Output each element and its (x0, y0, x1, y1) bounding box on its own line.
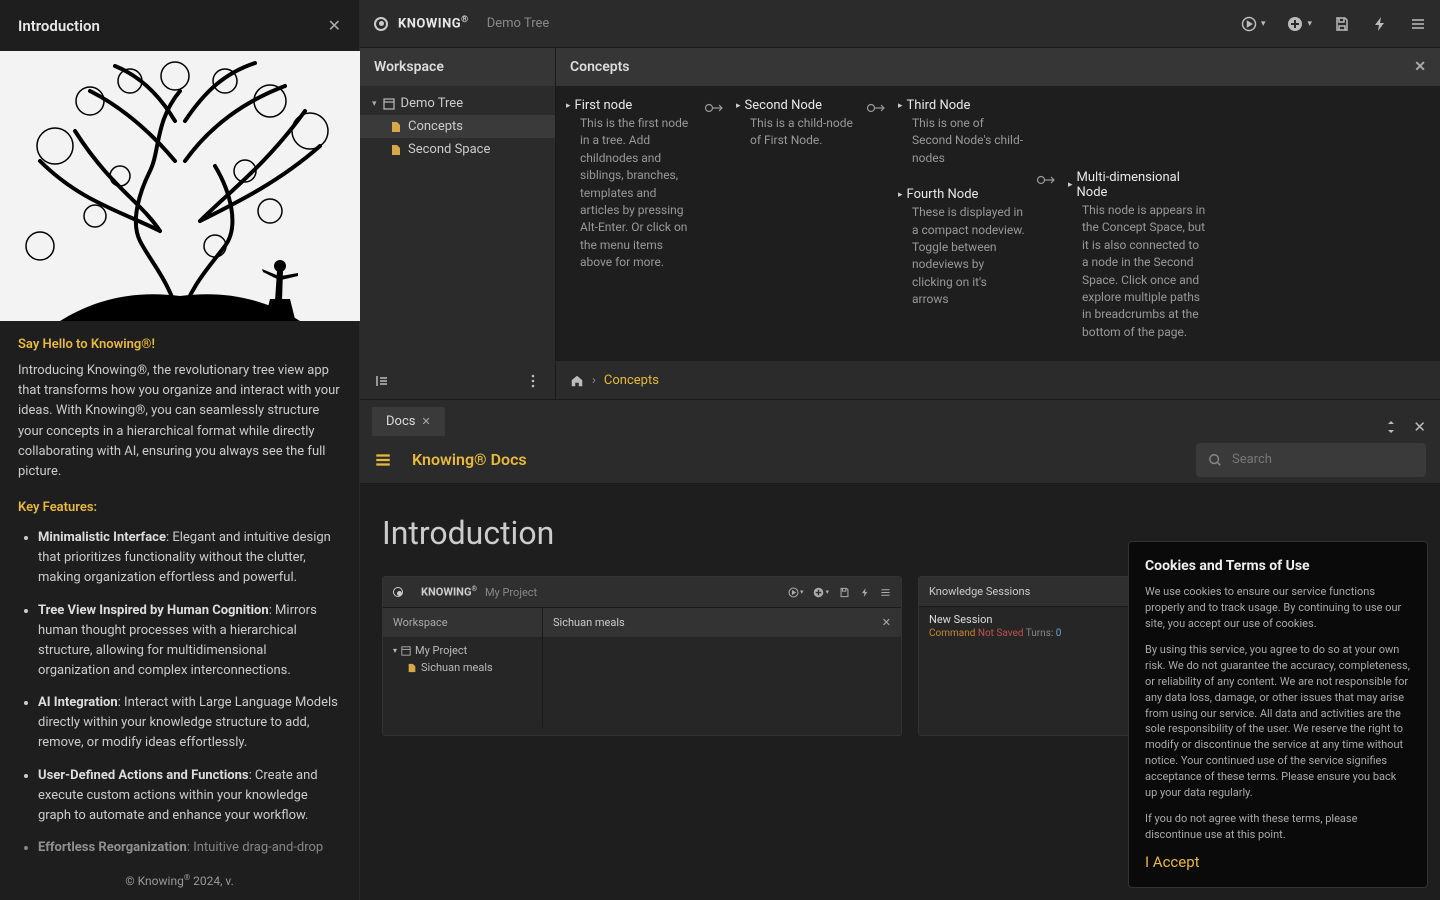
arrow-right-icon: ▸ (898, 190, 903, 200)
collapse-panel-button[interactable] (374, 373, 390, 389)
tree-node[interactable]: ▸Second Node This is a child-node of Fir… (736, 98, 856, 150)
node-connector-icon (704, 101, 726, 115)
add-menu-button[interactable]: ▾ (813, 587, 829, 598)
workspace-item-concepts[interactable]: Concepts (360, 115, 555, 138)
breadcrumb-bar: › Concepts (360, 362, 1440, 400)
intro-illustration (0, 51, 360, 321)
concepts-panel: Concepts ✕ ▸First node This is the first… (556, 48, 1440, 361)
tree-node[interactable]: ▸Third Node This is one of Second Node's… (898, 98, 1026, 167)
tree-node[interactable]: ▸Fourth Node These is displayed in a com… (898, 187, 1026, 308)
lightning-button[interactable] (860, 587, 870, 598)
menu-button[interactable] (1410, 16, 1426, 32)
cookie-consent: Cookies and Terms of Use We use cookies … (1128, 541, 1428, 888)
page-icon (390, 144, 402, 156)
cookie-text: By using this service, you agree to do s… (1145, 642, 1411, 801)
expand-icon[interactable] (1385, 419, 1397, 435)
breadcrumb-sep: › (592, 373, 596, 388)
play-menu-button[interactable]: ▾ (788, 587, 804, 598)
node-connector-icon (866, 101, 888, 115)
workspace-item-second-space[interactable]: Second Space (360, 138, 555, 161)
lightning-button[interactable] (1372, 16, 1388, 32)
search-icon (1208, 453, 1222, 467)
node-connector-icon (1036, 173, 1058, 187)
list-item: Minimalistic Interface: Elegant and intu… (38, 528, 341, 588)
list-item: Effortless Reorganization: Intuitive dra… (38, 838, 341, 858)
breadcrumb-current[interactable]: Concepts (604, 373, 659, 388)
kebab-menu-button[interactable] (525, 373, 541, 389)
close-icon[interactable]: ✕ (882, 616, 891, 629)
workspace-root[interactable]: ▾ Demo Tree (360, 92, 555, 115)
chevron-down-icon: ▾ (1261, 19, 1266, 29)
save-button[interactable] (1334, 16, 1350, 32)
embedded-app-preview: KNOWING® My Project ▾ ▾ (382, 576, 902, 736)
cookie-text: If you do not agree with these terms, pl… (1145, 811, 1411, 843)
workspace-root[interactable]: ▾ My Project (391, 642, 534, 659)
logo-icon (374, 17, 388, 31)
intro-feature-list: Minimalistic Interface: Elegant and intu… (18, 528, 341, 858)
window-icon (383, 98, 395, 110)
arrow-right-icon: ▸ (736, 101, 741, 111)
logo-icon (393, 587, 403, 597)
workspace-title: Workspace (360, 48, 555, 86)
workspace-panel: Workspace ▾ Demo Tree Concepts (360, 48, 556, 361)
accept-button[interactable]: I Accept (1145, 853, 1411, 871)
cookie-text: We use cookies to ensure our service fun… (1145, 584, 1411, 632)
list-item: AI Integration: Interact with Large Lang… (38, 693, 341, 753)
intro-desc: Introducing Knowing®, the revolutionary … (18, 361, 341, 482)
tree-node[interactable]: ▸First node This is the first node in a … (566, 98, 694, 272)
intro-features-title: Key Features: (18, 498, 341, 518)
topbar: KNOWING® Demo Tree ▾ ▾ (360, 0, 1440, 48)
close-icon[interactable]: ✕ (421, 415, 430, 428)
arrow-right-icon: ▸ (898, 101, 903, 111)
add-menu-button[interactable]: ▾ (1287, 16, 1312, 32)
workspace-item[interactable]: Sichuan meals (391, 659, 534, 676)
close-icon[interactable]: ✕ (1414, 59, 1426, 75)
tree-node[interactable]: ▸Multi-dimensional Node This node is app… (1068, 170, 1208, 341)
tree-name: Demo Tree (487, 16, 550, 31)
intro-title: Introduction (18, 17, 100, 35)
close-icon[interactable]: ✕ (1413, 418, 1426, 436)
list-item: Tree View Inspired by Human Cognition: M… (38, 601, 341, 682)
cookie-title: Cookies and Terms of Use (1145, 558, 1411, 574)
embedded-sessions-preview: Knowledge Sessions New Session Command N… (918, 576, 1138, 736)
page-icon (390, 121, 402, 133)
concepts-title: Concepts (570, 59, 630, 75)
search-input[interactable]: Search (1196, 443, 1426, 477)
menu-button[interactable] (880, 587, 891, 598)
list-item: User-Defined Actions and Functions: Crea… (38, 766, 341, 826)
tab-docs[interactable]: Docs ✕ (372, 407, 445, 436)
intro-footer: © Knowing® 2024, v. (0, 861, 359, 900)
home-icon[interactable] (570, 374, 584, 388)
close-icon[interactable]: ✕ (328, 16, 341, 35)
docs-title: Knowing® Docs (412, 450, 527, 469)
arrow-right-icon: ▸ (566, 101, 571, 111)
intro-panel: Introduction ✕ (0, 0, 360, 900)
caret-down-icon: ▾ (372, 99, 377, 109)
arrow-right-icon: ▸ (1068, 180, 1073, 190)
brand: KNOWING® (398, 15, 469, 31)
play-menu-button[interactable]: ▾ (1241, 16, 1266, 32)
intro-hello: Say Hello to Knowing®! (18, 335, 341, 355)
save-button[interactable] (839, 587, 850, 598)
chevron-down-icon: ▾ (1307, 19, 1312, 29)
hamburger-icon[interactable] (374, 451, 392, 469)
